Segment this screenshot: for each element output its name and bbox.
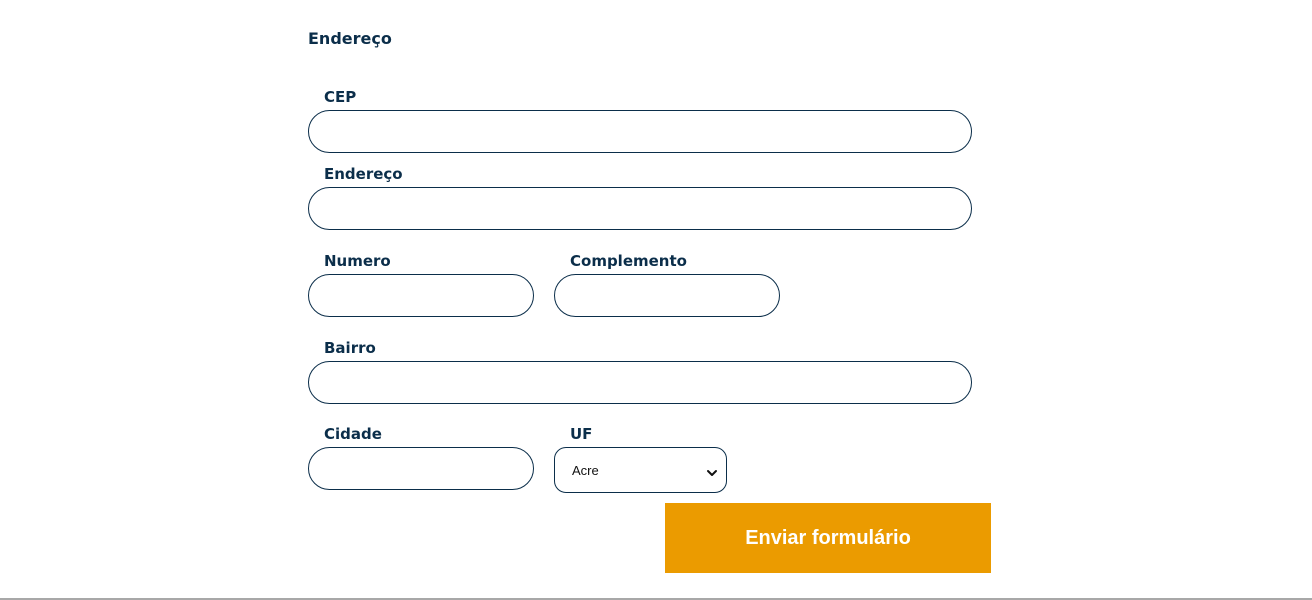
address-form-page: Endereço CEP Endereço Numero Complemento… [0,0,1312,600]
section-title: Endereço [308,29,392,48]
uf-selected-value: Acre [572,462,599,478]
complemento-label: Complemento [570,252,687,270]
complemento-input[interactable] [554,274,780,317]
bairro-input[interactable] [308,361,972,404]
cep-label: CEP [324,88,357,106]
uf-select[interactable]: Acre [554,447,727,493]
chevron-down-icon [706,464,718,476]
numero-input[interactable] [308,274,534,317]
numero-label: Numero [324,252,391,270]
uf-label: UF [570,425,593,443]
bairro-label: Bairro [324,339,376,357]
endereco-label: Endereço [324,165,403,183]
submit-button[interactable]: Enviar formulário [665,503,991,573]
endereco-input[interactable] [308,187,972,230]
cidade-input[interactable] [308,447,534,490]
cidade-label: Cidade [324,425,382,443]
cep-input[interactable] [308,110,972,153]
